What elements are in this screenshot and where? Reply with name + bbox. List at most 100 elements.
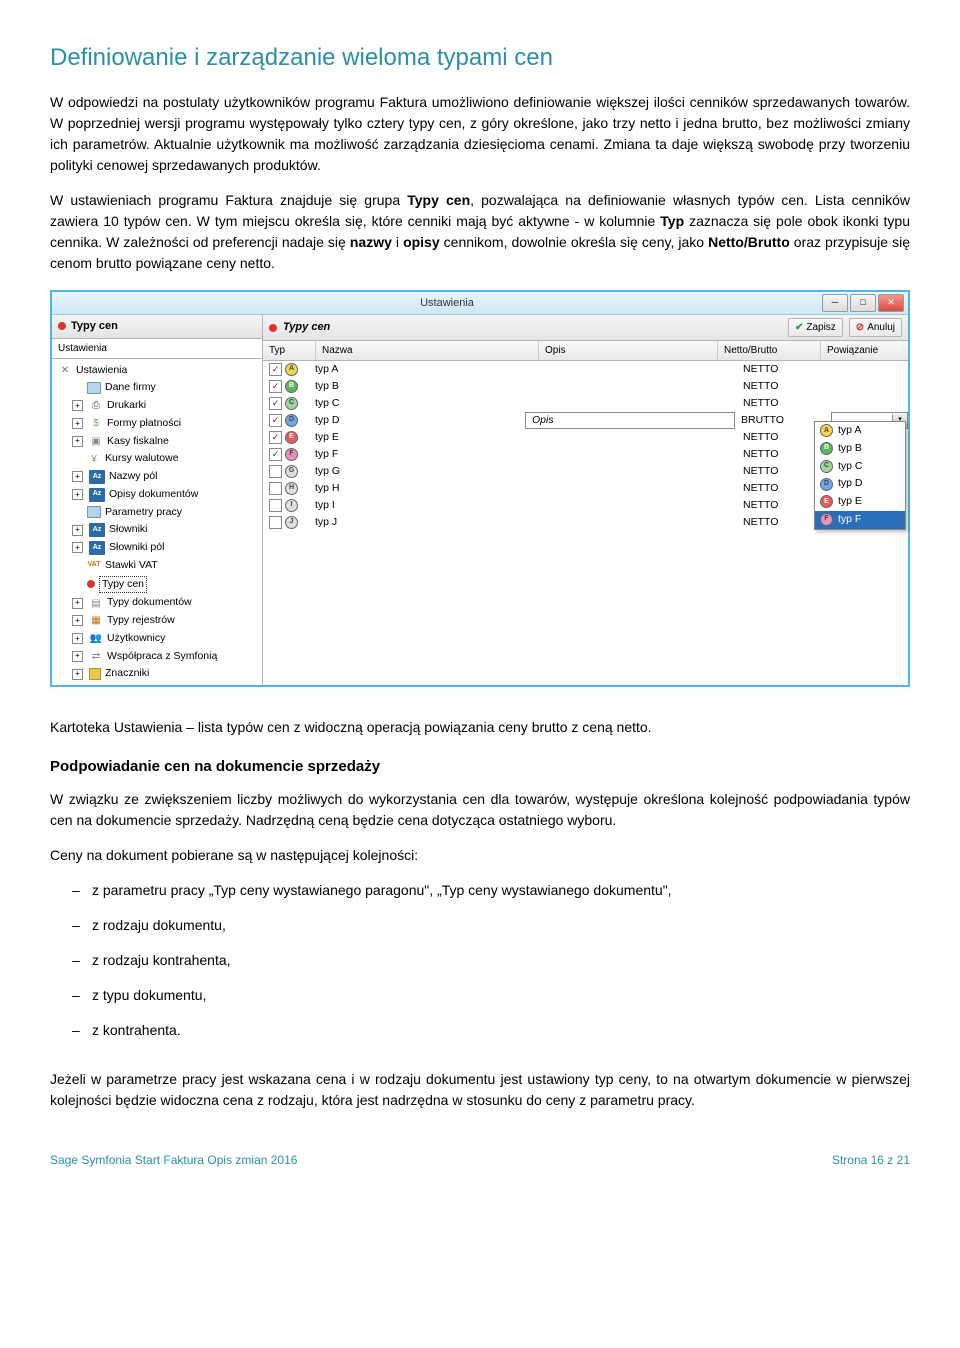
main-header: Typy cen ✔Zapisz ⊘Anuluj — [263, 315, 908, 341]
table-row[interactable]: ✓Ctyp CNETTO — [263, 395, 908, 412]
table-row[interactable]: ✓Ftyp FNETTO — [263, 446, 908, 463]
tree-typy-dokumentow[interactable]: +▤Typy dokumentów — [56, 594, 262, 612]
footer-left: Sage Symfonia Start Faktura Opis zmian 2… — [50, 1151, 297, 1169]
list-item: z parametru pracy „Typ ceny wystawianego… — [78, 880, 910, 915]
close-button[interactable]: ✕ — [878, 294, 904, 312]
sidebar: Typy cen Ustawienia ✕Ustawienia Dane fir… — [52, 315, 263, 685]
cell-nettobrutto: NETTO — [737, 379, 833, 395]
printer-icon: ⎙ — [89, 399, 103, 413]
expander-icon[interactable]: + — [72, 651, 83, 662]
link-icon: ⇄ — [89, 649, 103, 663]
expander-icon[interactable]: + — [72, 418, 83, 429]
col-opis[interactable]: Opis — [539, 341, 718, 360]
type-badge-icon: F — [285, 448, 298, 461]
grid-icon: ▦ — [89, 614, 103, 628]
cell-nazwa: typ A — [309, 362, 525, 378]
expander-icon[interactable]: + — [72, 542, 83, 553]
tree-typy-cen[interactable]: Typy cen — [56, 575, 262, 595]
expander-icon[interactable]: + — [72, 471, 83, 482]
save-button[interactable]: ✔Zapisz — [788, 318, 843, 337]
type-checkbox[interactable]: ✓ — [269, 414, 282, 427]
cancel-icon: ⊘ — [856, 320, 864, 335]
expander-icon[interactable]: + — [72, 400, 83, 411]
powiazanie-dropdown[interactable]: Atyp ABtyp BCtyp CDtyp DEtyp EFtyp F — [814, 421, 906, 530]
tree-kasy-fiskalne[interactable]: +▣Kasy fiskalne — [56, 433, 262, 451]
table-row[interactable]: Ityp INETTO — [263, 497, 908, 514]
type-checkbox[interactable] — [269, 499, 282, 512]
type-badge-icon: G — [285, 465, 298, 478]
type-checkbox[interactable]: ✓ — [269, 431, 282, 444]
dropdown-item[interactable]: Ftyp F — [815, 511, 905, 529]
tree-kursy-walutowe[interactable]: ¥Kursy walutowe — [56, 450, 262, 468]
tree-drukarki[interactable]: +⎙Drukarki — [56, 397, 262, 415]
tree-uzytkownicy[interactable]: +👥Użytkownicy — [56, 630, 262, 648]
col-typ[interactable]: Typ — [263, 341, 316, 360]
tree-wspolpraca[interactable]: +⇄Współpraca z Symfonią — [56, 648, 262, 666]
type-checkbox[interactable]: ✓ — [269, 380, 282, 393]
type-checkbox[interactable] — [269, 482, 282, 495]
type-badge-icon: E — [285, 431, 298, 444]
dropdown-item[interactable]: Dtyp D — [815, 475, 905, 493]
table-row[interactable]: ✓Etyp ENETTO — [263, 429, 908, 446]
col-nazwa[interactable]: Nazwa — [316, 341, 539, 360]
table-row[interactable]: Jtyp JNETTO — [263, 514, 908, 531]
dropdown-item[interactable]: Etyp E — [815, 493, 905, 511]
type-checkbox[interactable]: ✓ — [269, 397, 282, 410]
tree-znaczniki[interactable]: +Znaczniki — [56, 665, 262, 683]
cell-nettobrutto: NETTO — [737, 396, 833, 412]
col-powiazanie[interactable]: Powiązanie — [821, 341, 908, 360]
az-icon: Az — [89, 470, 105, 484]
type-badge-icon: H — [285, 482, 298, 495]
type-badge-icon: C — [285, 397, 298, 410]
table-row[interactable]: ✓Dtyp DOpisBRUTTO▾ — [263, 412, 908, 429]
type-badge-icon: B — [285, 380, 298, 393]
expander-icon[interactable]: + — [72, 598, 83, 609]
table-row[interactable]: ✓Atyp ANETTO — [263, 361, 908, 378]
minimize-button[interactable]: ─ — [822, 294, 848, 312]
cell-nazwa: typ H — [309, 481, 525, 497]
expander-icon[interactable]: + — [72, 669, 83, 680]
tree-slowniki[interactable]: +AzSłowniki — [56, 521, 262, 539]
cancel-button[interactable]: ⊘Anuluj — [849, 318, 902, 337]
tree-slowniki-pol[interactable]: +AzSłowniki pól — [56, 539, 262, 557]
dropdown-item[interactable]: Btyp B — [815, 440, 905, 458]
table-row[interactable]: ✓Btyp B NETTO — [263, 378, 908, 395]
table-row[interactable]: Htyp HNETTO — [263, 480, 908, 497]
tree-sage[interactable]: ♣SAGE — [56, 683, 262, 685]
tree-dane-firmy[interactable]: Dane firmy — [56, 379, 262, 397]
type-checkbox[interactable] — [269, 465, 282, 478]
main-panel: Typy cen ✔Zapisz ⊘Anuluj Typ Nazwa Opis … — [263, 315, 908, 685]
paragraph-2: W ustawieniach programu Faktura znajduje… — [50, 190, 910, 274]
tree-stawki-vat[interactable]: VATStawki VAT — [56, 557, 262, 575]
tree-formy-platnosci[interactable]: +$Formy płatności — [56, 415, 262, 433]
sub-heading: Podpowiadanie cen na dokumencie sprzedaż… — [50, 756, 910, 779]
type-checkbox[interactable] — [269, 516, 282, 529]
az-icon: Az — [89, 523, 105, 537]
dropdown-item[interactable]: Atyp A — [815, 422, 905, 440]
expander-icon[interactable]: + — [72, 615, 83, 626]
cell-nazwa: typ G — [309, 464, 525, 480]
figure-caption: Kartoteka Ustawienia – lista typów cen z… — [50, 717, 910, 738]
tree-nazwy-pol[interactable]: +AzNazwy pól — [56, 468, 262, 486]
tree-typy-rejestrow[interactable]: +▦Typy rejestrów — [56, 612, 262, 630]
col-nettobrutto[interactable]: Netto/Brutto — [718, 341, 821, 360]
maximize-button[interactable]: □ — [850, 294, 876, 312]
table-row[interactable]: Gtyp GNETTO — [263, 463, 908, 480]
cell-opis[interactable]: Opis — [525, 412, 735, 429]
sidebar-header: Typy cen — [52, 315, 262, 339]
list-item: z typu dokumentu, — [78, 985, 910, 1020]
cell-nazwa: typ J — [309, 515, 525, 531]
cell-nazwa: typ B — [309, 379, 525, 395]
window-titlebar: Ustawienia ─ □ ✕ — [52, 292, 908, 315]
type-checkbox[interactable]: ✓ — [269, 363, 282, 376]
type-checkbox[interactable]: ✓ — [269, 448, 282, 461]
tree-root[interactable]: ✕Ustawienia — [56, 362, 262, 380]
expander-icon[interactable]: + — [72, 633, 83, 644]
expander-icon[interactable]: + — [72, 525, 83, 536]
expander-icon[interactable]: + — [72, 436, 83, 447]
dropdown-item[interactable]: Ctyp C — [815, 458, 905, 476]
money-icon: $ — [89, 417, 103, 431]
tree-parametry-pracy[interactable]: Parametry pracy — [56, 504, 262, 522]
expander-icon[interactable]: + — [72, 489, 83, 500]
tree-opisy-dokumentow[interactable]: +AzOpisy dokumentów — [56, 486, 262, 504]
